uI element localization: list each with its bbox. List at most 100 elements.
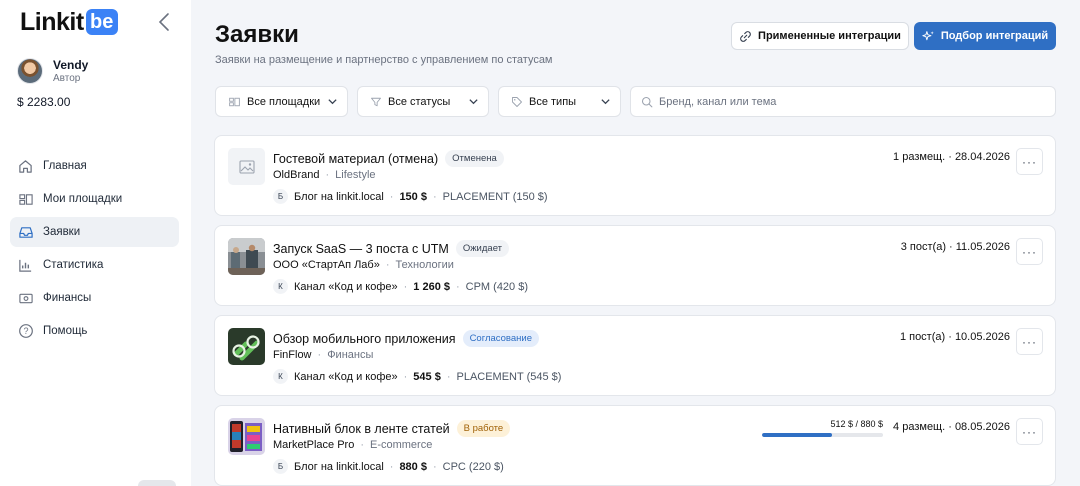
sidebar-item-requests[interactable]: Заявки: [10, 217, 179, 247]
applied-integrations-button[interactable]: Примененные интеграции: [731, 22, 909, 50]
svg-text:?: ?: [23, 326, 28, 336]
collapse-sidebar-button[interactable]: [154, 10, 174, 34]
separator-dot: ·: [432, 190, 437, 203]
request-title: Гостевой материал (отмена): [273, 151, 439, 166]
separator-dot: ·: [325, 169, 330, 181]
separator-dot: ·: [317, 349, 322, 361]
types-filter-value: Все типы: [529, 95, 577, 108]
statuses-filter[interactable]: Все статусы: [357, 86, 489, 117]
progress-text: 512 $ / 880 $: [830, 419, 883, 429]
sidebar-item-label: Мои площадки: [43, 193, 123, 205]
category: Технологии: [395, 259, 454, 271]
main-content: Заявки Заявки на размещение и партнерств…: [191, 0, 1080, 486]
brand-name: OldBrand: [273, 169, 320, 181]
theme-toggle[interactable]: [138, 480, 176, 486]
status-badge: Ожидает: [455, 240, 510, 257]
separator-dot: ·: [403, 280, 408, 293]
request-card[interactable]: Гостевой материал (отмена) Отменена OldB…: [214, 135, 1056, 216]
more-options-button[interactable]: ···: [1016, 148, 1043, 175]
channel-initial: Б: [273, 459, 288, 474]
sidebar-item-home[interactable]: Главная: [10, 151, 179, 181]
channel-name: Канал «Код и кофе»: [294, 280, 398, 293]
link-icon: [740, 30, 751, 42]
logo-text: Linkit: [20, 7, 84, 36]
sidebar-item-platforms[interactable]: Мои площадки: [10, 184, 179, 214]
platforms-filter-value: Все площадки: [247, 95, 321, 108]
request-date: 3 пост(а) · 11.05.2026: [900, 241, 1010, 253]
campaign-thumbnail: [228, 328, 265, 365]
amount: 545 $: [413, 370, 441, 383]
category: E-commerce: [369, 439, 433, 451]
request-title: Нативный блок в ленте статей: [273, 421, 450, 436]
request-card[interactable]: Нативный блок в ленте статей В работе Ma…: [214, 405, 1056, 486]
user-profile[interactable]: Vendy Автор: [17, 58, 88, 84]
pricing-model: CPM (420 $): [465, 280, 529, 293]
sidebar-item-statistics[interactable]: Статистика: [10, 250, 179, 280]
logo[interactable]: Linkit be: [20, 8, 118, 36]
more-options-button[interactable]: ···: [1016, 328, 1043, 355]
separator-dot: ·: [389, 460, 394, 473]
sidebar-item-help[interactable]: ? Помощь: [10, 316, 179, 346]
sidebar: Linkit be Vendy Автор $ 2283.00 Главная …: [0, 0, 191, 486]
campaign-thumbnail: [228, 238, 265, 275]
budget-progress: 512 $ / 880 $: [762, 419, 883, 437]
channel-name: Блог на linkit.local: [294, 190, 384, 203]
sidebar-item-label: Статистика: [43, 259, 104, 271]
separator-dot: ·: [360, 439, 364, 451]
separator-dot: ·: [403, 370, 408, 383]
filter-icon: [370, 96, 382, 108]
avatar: [17, 58, 43, 84]
ellipsis-icon: ···: [1022, 244, 1037, 259]
channel-initial: К: [273, 369, 288, 384]
separator-dot: ·: [389, 190, 394, 203]
brand-name: FinFlow: [273, 349, 312, 361]
amount: 880 $: [399, 460, 427, 473]
ellipsis-icon: ···: [1022, 334, 1037, 349]
chevron-down-icon: [601, 99, 610, 105]
category: Lifestyle: [335, 169, 376, 181]
user-name: Vendy: [53, 58, 89, 72]
category: Финансы: [327, 349, 374, 361]
balance: $ 2283.00: [17, 95, 71, 109]
campaign-thumbnail: [228, 418, 265, 455]
status-badge: Отменена: [445, 150, 504, 167]
ellipsis-icon: ···: [1022, 424, 1037, 439]
pricing-model: PLACEMENT (150 $): [442, 190, 548, 203]
amount: 150 $: [399, 190, 427, 203]
sidebar-item-label: Финансы: [43, 292, 92, 304]
search-box[interactable]: [630, 86, 1056, 117]
sidebar-item-label: Заявки: [43, 226, 81, 238]
separator-dot: ·: [446, 370, 451, 383]
request-card[interactable]: Запуск SaaS — 3 поста с UTM Ожидает ООО …: [214, 225, 1056, 306]
select-integrations-label: Подбор интеграций: [940, 30, 1049, 42]
progress-bar: [762, 433, 883, 437]
inbox-icon: [17, 224, 34, 241]
request-date: 1 пост(а) · 10.05.2026: [899, 331, 1010, 343]
platforms-filter[interactable]: Все площадки: [215, 86, 348, 117]
logo-badge: be: [85, 9, 118, 35]
chevron-left-icon: [158, 13, 169, 31]
platforms-icon: [17, 191, 34, 208]
request-date: 1 размещ. · 28.04.2026: [893, 151, 1010, 163]
request-title: Запуск SaaS — 3 поста с UTM: [273, 241, 449, 256]
brand-name: ООО «СтартАп Лаб»: [273, 259, 380, 271]
select-integrations-button[interactable]: Подбор интеграций: [914, 22, 1056, 50]
search-input[interactable]: [659, 95, 1039, 108]
channel-initial: К: [273, 279, 288, 294]
sparkles-icon: [922, 30, 934, 40]
types-filter[interactable]: Все типы: [498, 86, 621, 117]
channel-initial: Б: [273, 189, 288, 204]
request-title: Обзор мобильного приложения: [273, 331, 456, 346]
request-date: 4 размещ. · 08.05.2026: [893, 421, 1010, 433]
page-title: Заявки: [215, 21, 299, 48]
search-icon: [641, 96, 653, 107]
stats-icon: [17, 257, 34, 274]
amount: 1 260 $: [413, 280, 450, 293]
request-card[interactable]: Обзор мобильного приложения Согласование…: [214, 315, 1056, 396]
progress-fill: [762, 433, 833, 437]
separator-dot: ·: [455, 280, 460, 293]
more-options-button[interactable]: ···: [1016, 238, 1043, 265]
more-options-button[interactable]: ···: [1016, 418, 1043, 445]
sidebar-item-finance[interactable]: Финансы: [10, 283, 179, 313]
ellipsis-icon: ···: [1022, 154, 1037, 169]
